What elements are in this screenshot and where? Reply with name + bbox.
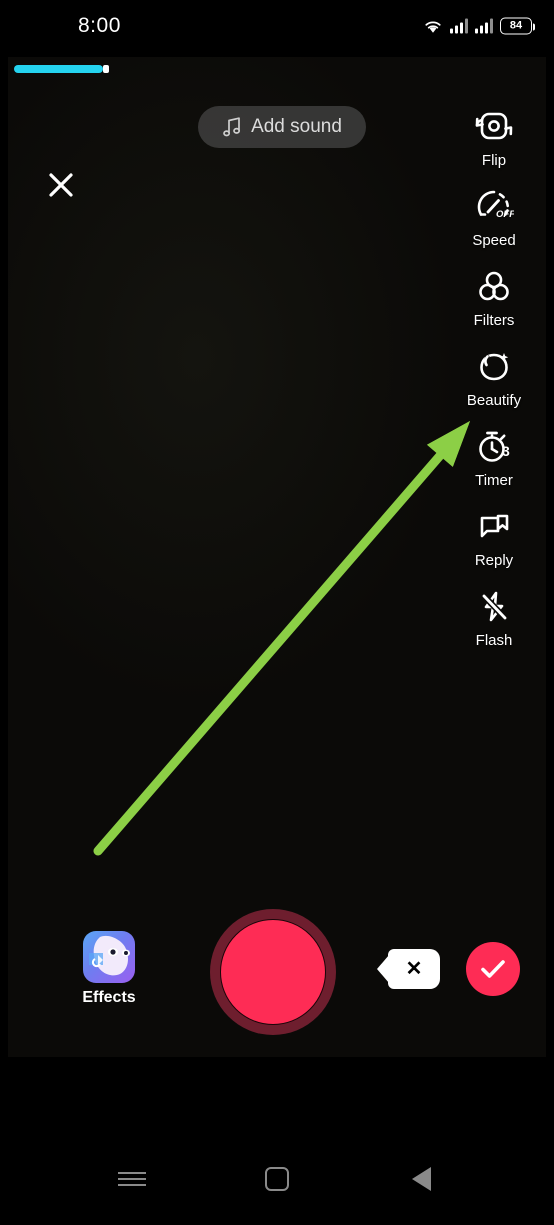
- delete-clip-button[interactable]: ✕: [377, 949, 440, 989]
- check-icon: [481, 960, 505, 978]
- close-button[interactable]: [38, 162, 84, 208]
- tool-filters-label: Filters: [473, 312, 515, 329]
- music-note-icon: [223, 117, 241, 137]
- back-triangle-icon[interactable]: [392, 1149, 452, 1209]
- camera-tools-rail: Flip OFF Speed Filters Beautify 3 Timer …: [446, 105, 542, 665]
- camera-preview[interactable]: Add sound Flip OFF Speed Filters Beautif…: [8, 57, 546, 1057]
- recording-progress-bar: [14, 65, 540, 73]
- tool-filters[interactable]: Filters: [446, 265, 542, 329]
- reply-bubble-icon: [472, 505, 516, 549]
- close-icon: [49, 173, 73, 197]
- delete-clip-icon: ✕: [405, 958, 423, 980]
- speed-gauge-icon: OFF: [472, 185, 516, 229]
- filters-circles-icon: [472, 265, 516, 309]
- phone-screen: 8:00 84 Add sound Flip OFF Speed Filters…: [0, 0, 554, 1225]
- tool-beautify-label: Beautify: [466, 392, 522, 409]
- recording-progress-fill: [14, 65, 104, 73]
- beautify-face-icon: [472, 345, 516, 389]
- tool-speed-label: Speed: [472, 232, 516, 249]
- camera-flip-icon: [472, 105, 516, 149]
- tool-timer[interactable]: 3 Timer: [446, 425, 542, 489]
- status-bar: 8:00 84: [0, 0, 554, 57]
- android-navigation-bar: [0, 1133, 554, 1225]
- capture-controls: Effects ✕: [8, 909, 546, 1039]
- tool-flash[interactable]: Flash: [446, 585, 542, 649]
- effects-label: Effects: [82, 989, 136, 1006]
- add-sound-label: Add sound: [251, 116, 342, 137]
- svg-text:3: 3: [502, 443, 510, 459]
- tool-flash-label: Flash: [475, 632, 513, 649]
- recents-menu-icon[interactable]: [102, 1149, 162, 1209]
- wifi-icon: [425, 20, 441, 33]
- tool-flip[interactable]: Flip: [446, 105, 542, 169]
- status-bar-clock: 8:00: [78, 14, 121, 37]
- flash-off-icon: [472, 585, 516, 629]
- tool-flip-label: Flip: [481, 152, 507, 169]
- battery-icon: 84: [500, 17, 535, 35]
- record-button[interactable]: [210, 909, 336, 1035]
- effects-thumbnail-icon: [83, 931, 135, 983]
- tool-beautify[interactable]: Beautify: [446, 345, 542, 409]
- status-bar-icons: 84: [423, 17, 535, 35]
- tool-reply[interactable]: Reply: [446, 505, 542, 569]
- timer-stopwatch-icon: 3: [472, 425, 516, 469]
- tool-timer-label: Timer: [475, 472, 513, 489]
- home-square-icon[interactable]: [247, 1149, 307, 1209]
- tool-speed[interactable]: OFF Speed: [446, 185, 542, 249]
- add-sound-button[interactable]: Add sound: [198, 106, 366, 148]
- effects-button[interactable]: Effects: [74, 931, 144, 1007]
- cellular-signal-icon-1: [450, 18, 468, 34]
- record-button-inner: [220, 919, 326, 1025]
- tool-reply-label: Reply: [474, 552, 514, 569]
- battery-level-text: 84: [509, 19, 523, 32]
- cellular-signal-icon-2: [475, 18, 493, 34]
- recording-progress-cap: [103, 65, 110, 73]
- confirm-button[interactable]: [466, 942, 520, 996]
- svg-text:OFF: OFF: [496, 209, 514, 220]
